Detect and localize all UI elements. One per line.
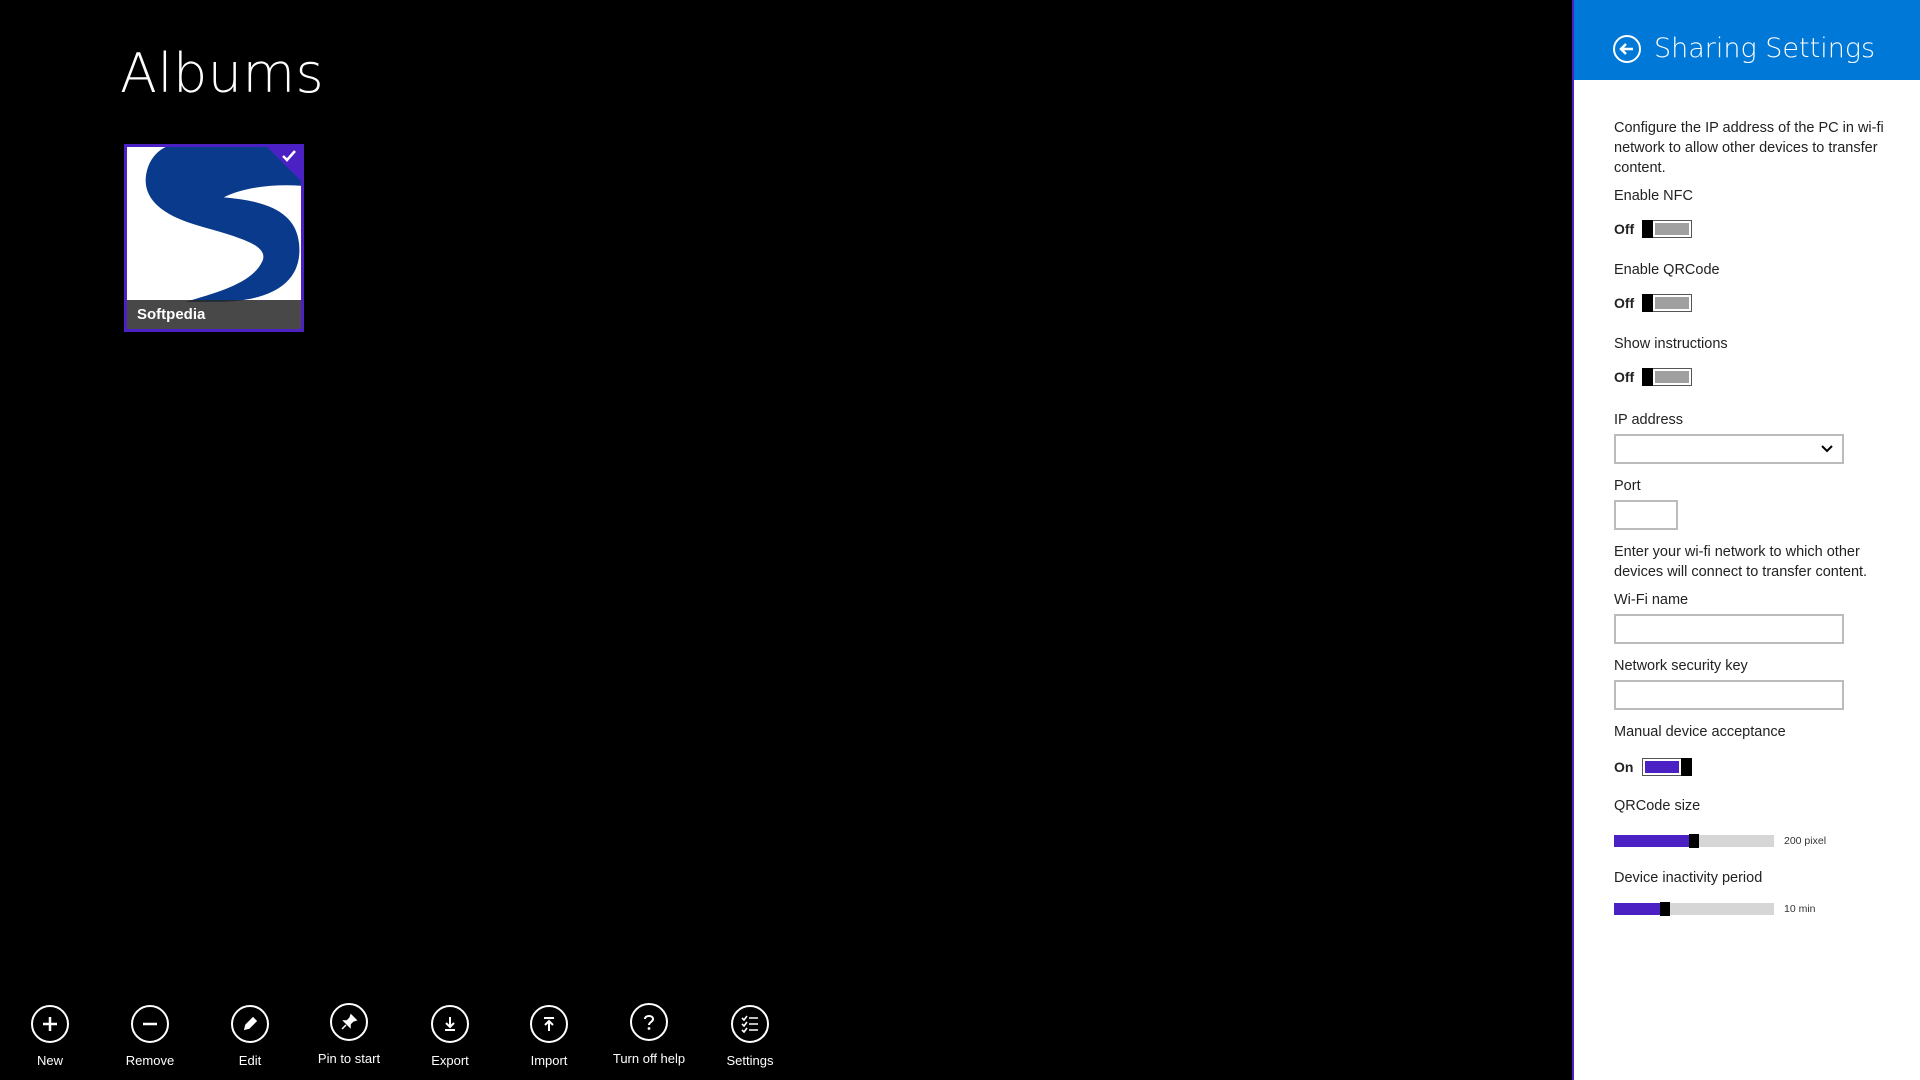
- ip-address-select[interactable]: [1614, 434, 1844, 464]
- security-key-label: Network security key: [1614, 658, 1748, 674]
- minus-icon: [143, 1022, 157, 1026]
- page-title: Albums: [120, 42, 325, 105]
- chevron-down-icon: [1821, 445, 1833, 453]
- wifi-description: Enter your wi-fi network to which other …: [1614, 544, 1868, 580]
- enable-qrcode-label: Enable QRCode: [1614, 262, 1720, 278]
- edit-label: Edit: [238, 1053, 262, 1068]
- pin-to-start-label: Pin to start: [317, 1051, 381, 1066]
- pin-to-start-button[interactable]: Pin to start: [299, 1003, 399, 1066]
- export-button[interactable]: Export: [400, 1005, 500, 1068]
- turn-off-help-label: Turn off help: [612, 1051, 686, 1066]
- download-icon: [445, 1017, 455, 1031]
- inactivity-value: 10 min: [1784, 903, 1816, 915]
- enable-nfc-state: Off: [1614, 221, 1635, 237]
- pencil-icon: [243, 1016, 258, 1031]
- port-label: Port: [1614, 478, 1641, 494]
- show-instructions-label: Show instructions: [1614, 336, 1728, 352]
- pin-icon: [341, 1013, 358, 1030]
- album-caption: Softpedia: [127, 300, 301, 329]
- manual-acceptance-toggle[interactable]: [1642, 758, 1692, 776]
- enable-qrcode-toggle[interactable]: [1642, 294, 1692, 312]
- import-button[interactable]: Import: [499, 1005, 599, 1068]
- qrcode-size-label: QRCode size: [1614, 798, 1701, 814]
- sharing-settings-pane: Sharing Settings Configure the IP addres…: [1574, 0, 1920, 1080]
- enable-nfc-toggle[interactable]: [1642, 220, 1692, 238]
- new-label: New: [36, 1053, 63, 1068]
- new-button[interactable]: New: [0, 1005, 100, 1068]
- enable-nfc-label: Enable NFC: [1614, 188, 1693, 204]
- settings-button[interactable]: Settings: [700, 1005, 800, 1068]
- security-key-input[interactable]: [1614, 680, 1844, 710]
- pane-title: Sharing Settings: [1654, 33, 1876, 64]
- inactivity-label: Device inactivity period: [1614, 870, 1763, 886]
- port-input[interactable]: [1614, 500, 1678, 530]
- show-instructions-toggle[interactable]: [1642, 368, 1692, 386]
- import-label: Import: [530, 1053, 568, 1068]
- enable-qrcode-state: Off: [1614, 295, 1635, 311]
- pane-body: Configure the IP address of the PC in wi…: [1614, 118, 1894, 916]
- remove-button[interactable]: Remove: [100, 1005, 200, 1068]
- inactivity-slider[interactable]: [1614, 902, 1774, 916]
- wifi-name-label: Wi-Fi name: [1614, 592, 1689, 608]
- export-label: Export: [431, 1053, 469, 1068]
- ip-address-label: IP address: [1614, 412, 1684, 428]
- pane-header: Sharing Settings: [1574, 0, 1920, 80]
- question-icon: [644, 1015, 655, 1030]
- app-bar: New Remove Edit Pin to start Export Impo…: [0, 960, 800, 1080]
- edit-button[interactable]: Edit: [200, 1005, 300, 1068]
- checkmark-icon: [282, 150, 296, 162]
- manual-acceptance-state: On: [1614, 759, 1634, 775]
- plus-icon: [43, 1017, 57, 1031]
- settings-label: Settings: [726, 1053, 774, 1068]
- wifi-name-input[interactable]: [1614, 614, 1844, 644]
- show-instructions-state: Off: [1614, 369, 1635, 385]
- turn-off-help-button[interactable]: Turn off help: [599, 1003, 699, 1066]
- remove-label: Remove: [125, 1053, 175, 1068]
- upload-icon: [544, 1017, 554, 1031]
- manual-acceptance-label: Manual device acceptance: [1614, 724, 1786, 740]
- checklist-icon: [741, 1015, 758, 1034]
- back-arrow-icon[interactable]: [1612, 34, 1642, 64]
- qrcode-size-slider[interactable]: [1614, 834, 1774, 848]
- album-tile[interactable]: Softpedia: [124, 144, 304, 332]
- qrcode-size-value: 200 pixel: [1784, 835, 1827, 847]
- ip-description: Configure the IP address of the PC in wi…: [1614, 120, 1884, 176]
